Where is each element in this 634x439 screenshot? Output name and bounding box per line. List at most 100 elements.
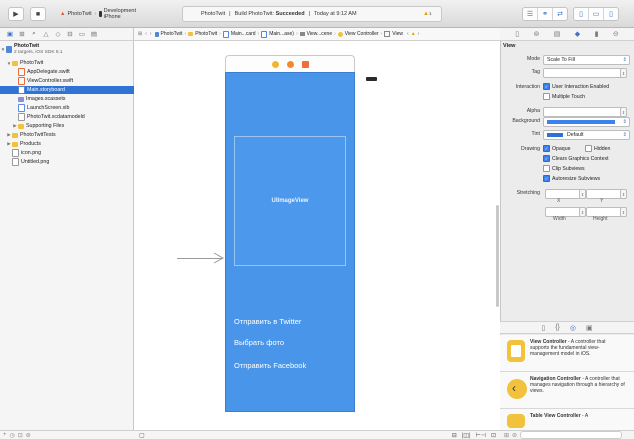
navigator-toggle-icon[interactable]: ▯ bbox=[574, 8, 589, 20]
breakpoint-icon[interactable]: ▭ bbox=[77, 30, 87, 38]
tree-item-icon-png[interactable]: icon.png bbox=[0, 149, 145, 157]
size-class-icon[interactable]: ⊟ bbox=[452, 432, 457, 439]
folder-icon[interactable]: ▣ bbox=[5, 30, 15, 38]
library-item-navigation-controller[interactable]: ‹ Navigation Controller - A controller t… bbox=[500, 372, 634, 409]
library-item-view-controller[interactable]: View Controller - A controller that supp… bbox=[500, 335, 634, 372]
pin-icon[interactable]: ⊢⊣ bbox=[476, 432, 486, 439]
related-items-icon[interactable]: ⊞ bbox=[138, 31, 142, 37]
choose-photo-button[interactable]: Выбрать фото bbox=[234, 337, 344, 347]
view-toggle-control[interactable]: ▯ ▭ ▯ bbox=[573, 7, 619, 21]
tag-stepper[interactable]: ⇕ bbox=[620, 68, 627, 78]
send-twitter-button[interactable]: Отправить в Twitter bbox=[234, 316, 344, 326]
recent-icon[interactable]: ◷ bbox=[10, 432, 15, 439]
forward-icon[interactable]: › bbox=[150, 31, 152, 37]
filter-icon[interactable]: ⊜ bbox=[512, 432, 517, 439]
back-icon[interactable]: ‹ bbox=[145, 31, 147, 37]
tint-select[interactable]: Default ⇕ bbox=[543, 130, 630, 140]
tag-field[interactable]: 0 bbox=[543, 68, 627, 78]
stretch-x-stepper[interactable]: ⇕ bbox=[579, 189, 586, 199]
attributes-inspector-icon[interactable]: ◆ bbox=[575, 30, 580, 38]
tree-item-phototwit-group[interactable]: ▼ PhotoTwit bbox=[0, 59, 139, 67]
debug-icon[interactable]: ⊟ bbox=[65, 30, 75, 38]
file-inspector-icon[interactable]: ▯ bbox=[515, 30, 519, 38]
scm-icon[interactable]: ⊡ bbox=[18, 432, 23, 439]
tree-item-launchscreen[interactable]: LaunchScreen.xib bbox=[0, 104, 151, 112]
version-editor-icon[interactable]: ⇄ bbox=[553, 8, 567, 20]
tree-item-untitled-png[interactable]: Untitled.png bbox=[0, 158, 145, 166]
alpha-stepper[interactable]: ⇕ bbox=[620, 107, 627, 117]
symbol-icon[interactable]: ⊞ bbox=[17, 30, 27, 38]
warning-icon[interactable]: ▲ bbox=[411, 31, 416, 37]
resolve-icon[interactable]: ⊡ bbox=[491, 432, 496, 439]
user-interaction-checkbox[interactable]: ✓ User Interaction Enabled bbox=[543, 83, 609, 90]
autoresize-checkbox[interactable]: ✓ Autoresize Subviews bbox=[543, 175, 600, 182]
utilities-toggle-icon[interactable]: ▯ bbox=[604, 8, 618, 20]
tree-item-appdelegate[interactable]: AppDelegate.swift bbox=[0, 68, 151, 76]
code-snippet-icon[interactable]: {} bbox=[555, 324, 560, 331]
object-library-icon[interactable]: ◎ bbox=[570, 324, 576, 332]
log-icon[interactable]: ▤ bbox=[89, 30, 99, 38]
debug-toggle-icon[interactable]: ▭ bbox=[589, 8, 604, 20]
search-icon[interactable]: ⌕ bbox=[29, 30, 39, 38]
jump-storyboard[interactable]: Main...card bbox=[231, 31, 256, 37]
drawing-label: Drawing bbox=[520, 146, 540, 152]
jump-project[interactable]: PhotoTwit bbox=[161, 31, 183, 37]
tree-item-phototwittests[interactable]: ▶ PhotoTwitTests bbox=[0, 131, 139, 139]
tree-item-products[interactable]: ▶ Products bbox=[0, 140, 139, 148]
project-root[interactable]: ▼ PhotoTwit 2 targets, iOS SDK 8.1 bbox=[0, 43, 133, 56]
issue-prev-icon[interactable]: ‹ bbox=[407, 31, 409, 37]
jump-view-controller[interactable]: View Controller bbox=[345, 31, 379, 37]
warning-indicator[interactable]: ▲1 bbox=[423, 11, 431, 17]
checkbox-icon bbox=[543, 93, 550, 100]
jump-scene[interactable]: View...cene bbox=[307, 31, 332, 37]
tree-item-images-xcassets[interactable]: Images.xcassets bbox=[0, 95, 151, 103]
align-icon[interactable]: |◫| bbox=[462, 432, 471, 439]
stretch-width-stepper[interactable]: ⇕ bbox=[579, 207, 586, 217]
tree-item-supporting-files[interactable]: ▶ Supporting Files bbox=[0, 122, 145, 130]
quick-help-icon[interactable]: ⊚ bbox=[533, 30, 539, 38]
jump-view[interactable]: View bbox=[392, 31, 403, 37]
exit-icon[interactable] bbox=[301, 60, 309, 68]
stretch-height-stepper[interactable]: ⇕ bbox=[620, 207, 627, 217]
clip-subviews-checkbox[interactable]: Clip Subviews bbox=[543, 165, 585, 172]
identity-inspector-icon[interactable]: ▤ bbox=[554, 30, 561, 38]
image-view[interactable]: UIImageView bbox=[234, 136, 346, 266]
issue-next-icon[interactable]: › bbox=[418, 31, 420, 37]
standard-editor-icon[interactable]: ☰ bbox=[523, 8, 538, 20]
filter-icon[interactable]: ⊜ bbox=[26, 432, 31, 439]
editor-mode-control[interactable]: ☰ ⚭ ⇄ bbox=[522, 7, 568, 21]
scheme-selector[interactable]: ▲ PhotoTwit › Development iPhone bbox=[60, 7, 140, 21]
jump-storyboard-base[interactable]: Main...ase) bbox=[269, 31, 294, 37]
jump-group[interactable]: PhotoTwit bbox=[195, 31, 217, 37]
size-inspector-icon[interactable]: ▮ bbox=[595, 30, 599, 38]
stop-button[interactable]: ■ bbox=[30, 7, 46, 21]
stretch-y-stepper[interactable]: ⇕ bbox=[620, 189, 627, 199]
library-selector-bar: ▯ {} ◎ ▣ bbox=[500, 321, 634, 334]
tree-item-viewcontroller[interactable]: ViewController.swift bbox=[0, 77, 151, 85]
connections-inspector-icon[interactable]: ⊝ bbox=[613, 30, 619, 38]
send-facebook-button[interactable]: Отправить Facebook bbox=[234, 360, 344, 370]
library-filter-input[interactable] bbox=[520, 431, 623, 439]
library-item-table-view-controller[interactable]: Table View Controller - A bbox=[500, 409, 634, 430]
add-icon[interactable]: + bbox=[3, 432, 7, 438]
multiple-touch-checkbox[interactable]: Multiple Touch bbox=[543, 93, 585, 100]
alpha-field[interactable]: 1 bbox=[543, 107, 627, 117]
issue-icon[interactable]: △ bbox=[41, 30, 51, 38]
view-controller-icon[interactable] bbox=[271, 60, 279, 68]
media-library-icon[interactable]: ▣ bbox=[586, 324, 593, 332]
opaque-checkbox[interactable]: ✓ Opaque bbox=[543, 145, 570, 152]
mode-select[interactable]: Scale To Fill ⇕ bbox=[543, 55, 630, 65]
tree-item-main-storyboard[interactable]: Main.storyboard bbox=[0, 86, 151, 94]
document-outline-icon[interactable]: ▢ bbox=[139, 432, 145, 439]
file-template-icon[interactable]: ▯ bbox=[541, 324, 545, 332]
canvas-scrollbar[interactable] bbox=[496, 205, 499, 307]
background-color-well[interactable]: ⇕ bbox=[543, 117, 630, 127]
assistant-editor-icon[interactable]: ⚭ bbox=[538, 8, 553, 20]
run-button[interactable]: ▶ bbox=[8, 7, 24, 21]
first-responder-icon[interactable] bbox=[286, 60, 294, 68]
hidden-checkbox[interactable]: Hidden bbox=[585, 145, 610, 152]
clears-graphics-checkbox[interactable]: ✓ Clears Graphics Context bbox=[543, 155, 609, 162]
tree-item-datamodel[interactable]: PhotoTwit.xcdatamodeld bbox=[0, 113, 151, 121]
grid-view-icon[interactable]: ⊞ bbox=[504, 432, 509, 439]
test-icon[interactable]: ◇ bbox=[53, 30, 63, 38]
